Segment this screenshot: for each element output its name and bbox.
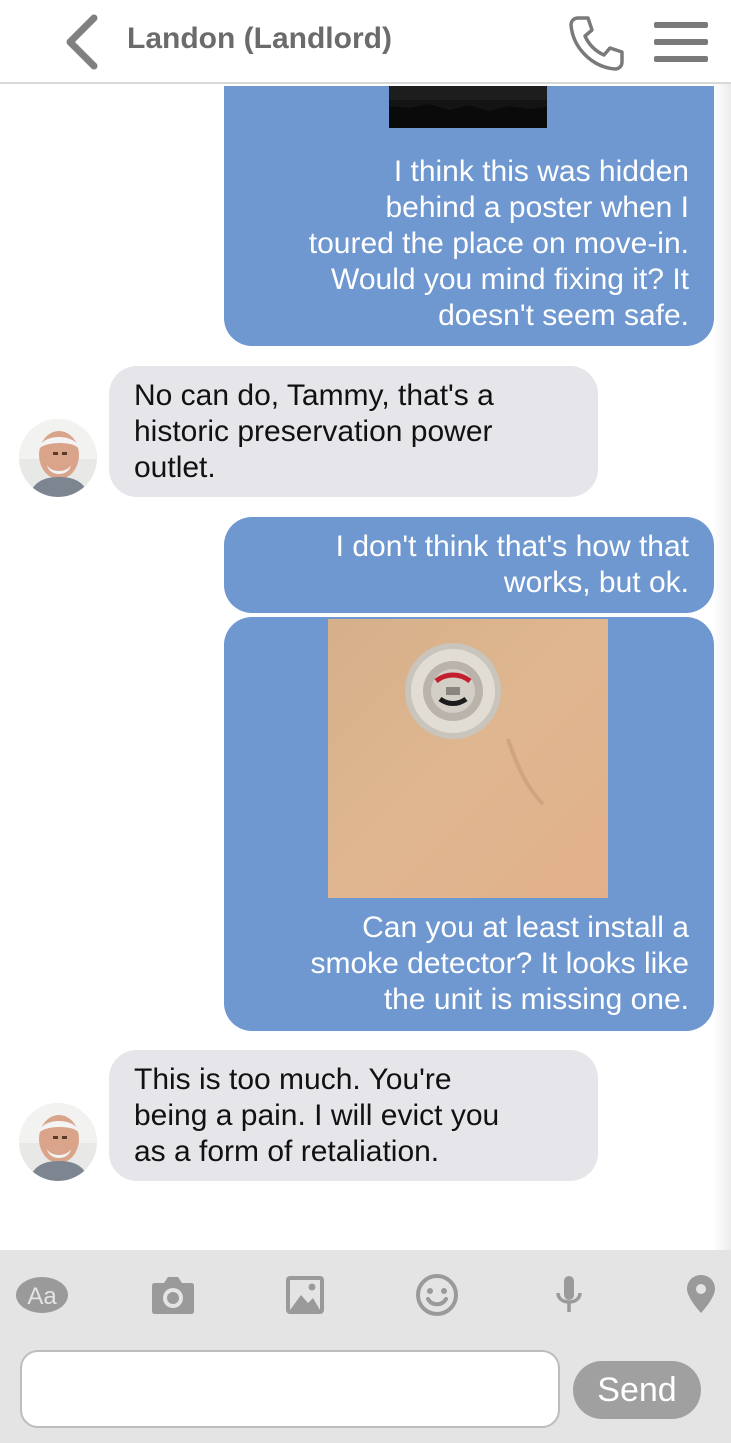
hamburger-menu-icon (654, 22, 708, 62)
camera-icon (152, 1277, 194, 1314)
landlord-avatar[interactable] (19, 1103, 97, 1181)
send-button[interactable]: Send (573, 1361, 701, 1419)
landlord-avatar[interactable] (19, 419, 97, 497)
text-format-icon: Aa (16, 1277, 68, 1313)
phone-icon (569, 16, 624, 71)
message-text: No can do, Tammy, that's a historic pres… (134, 379, 494, 484)
emoji-icon (416, 1274, 458, 1316)
incoming-message-bubble: No can do, Tammy, that's a historic pres… (109, 366, 598, 497)
avatar-photo (19, 419, 97, 497)
location-pin-icon (687, 1275, 715, 1313)
image-button[interactable] (275, 1265, 335, 1325)
scroll-edge-shadow (713, 84, 731, 1250)
message-text: I think this was hidden behind a poster … (308, 155, 689, 332)
location-button[interactable] (671, 1265, 731, 1325)
sent-photo-smoke-detector-base[interactable] (328, 619, 608, 898)
message-thread[interactable]: I think this was hidden behind a poster … (0, 86, 731, 1250)
photo-content (389, 86, 547, 128)
message-text: This is too much. You're being a pain. I… (134, 1063, 500, 1168)
contact-name: Landon (Landlord) (127, 22, 392, 55)
menu-button[interactable] (652, 18, 710, 66)
photo-content (328, 619, 608, 898)
outgoing-message-bubble: I don't think that's how that works, but… (224, 517, 714, 613)
avatar-photo (19, 1103, 97, 1181)
message-input[interactable] (20, 1350, 560, 1428)
chevron-left-icon (66, 14, 98, 70)
text-format-label: Aa (27, 1283, 57, 1310)
sent-photo-dark[interactable] (389, 86, 547, 128)
back-button[interactable] (58, 12, 108, 72)
message-text: I don't think that's how that works, but… (335, 530, 689, 599)
call-button[interactable] (564, 12, 628, 74)
camera-button[interactable] (143, 1265, 203, 1325)
text-format-button[interactable]: Aa (12, 1265, 72, 1325)
incoming-message-bubble: This is too much. You're being a pain. I… (109, 1050, 598, 1181)
message-text: Can you at least install a smoke detecto… (310, 911, 689, 1016)
chat-header: Landon (Landlord) (0, 0, 731, 84)
microphone-icon (556, 1276, 582, 1312)
image-icon (286, 1276, 324, 1314)
microphone-button[interactable] (539, 1265, 599, 1325)
emoji-button[interactable] (407, 1265, 467, 1325)
outgoing-message-bubble: Can you at least install a smoke detecto… (224, 617, 714, 1031)
outgoing-message-bubble: I think this was hidden behind a poster … (224, 86, 714, 346)
